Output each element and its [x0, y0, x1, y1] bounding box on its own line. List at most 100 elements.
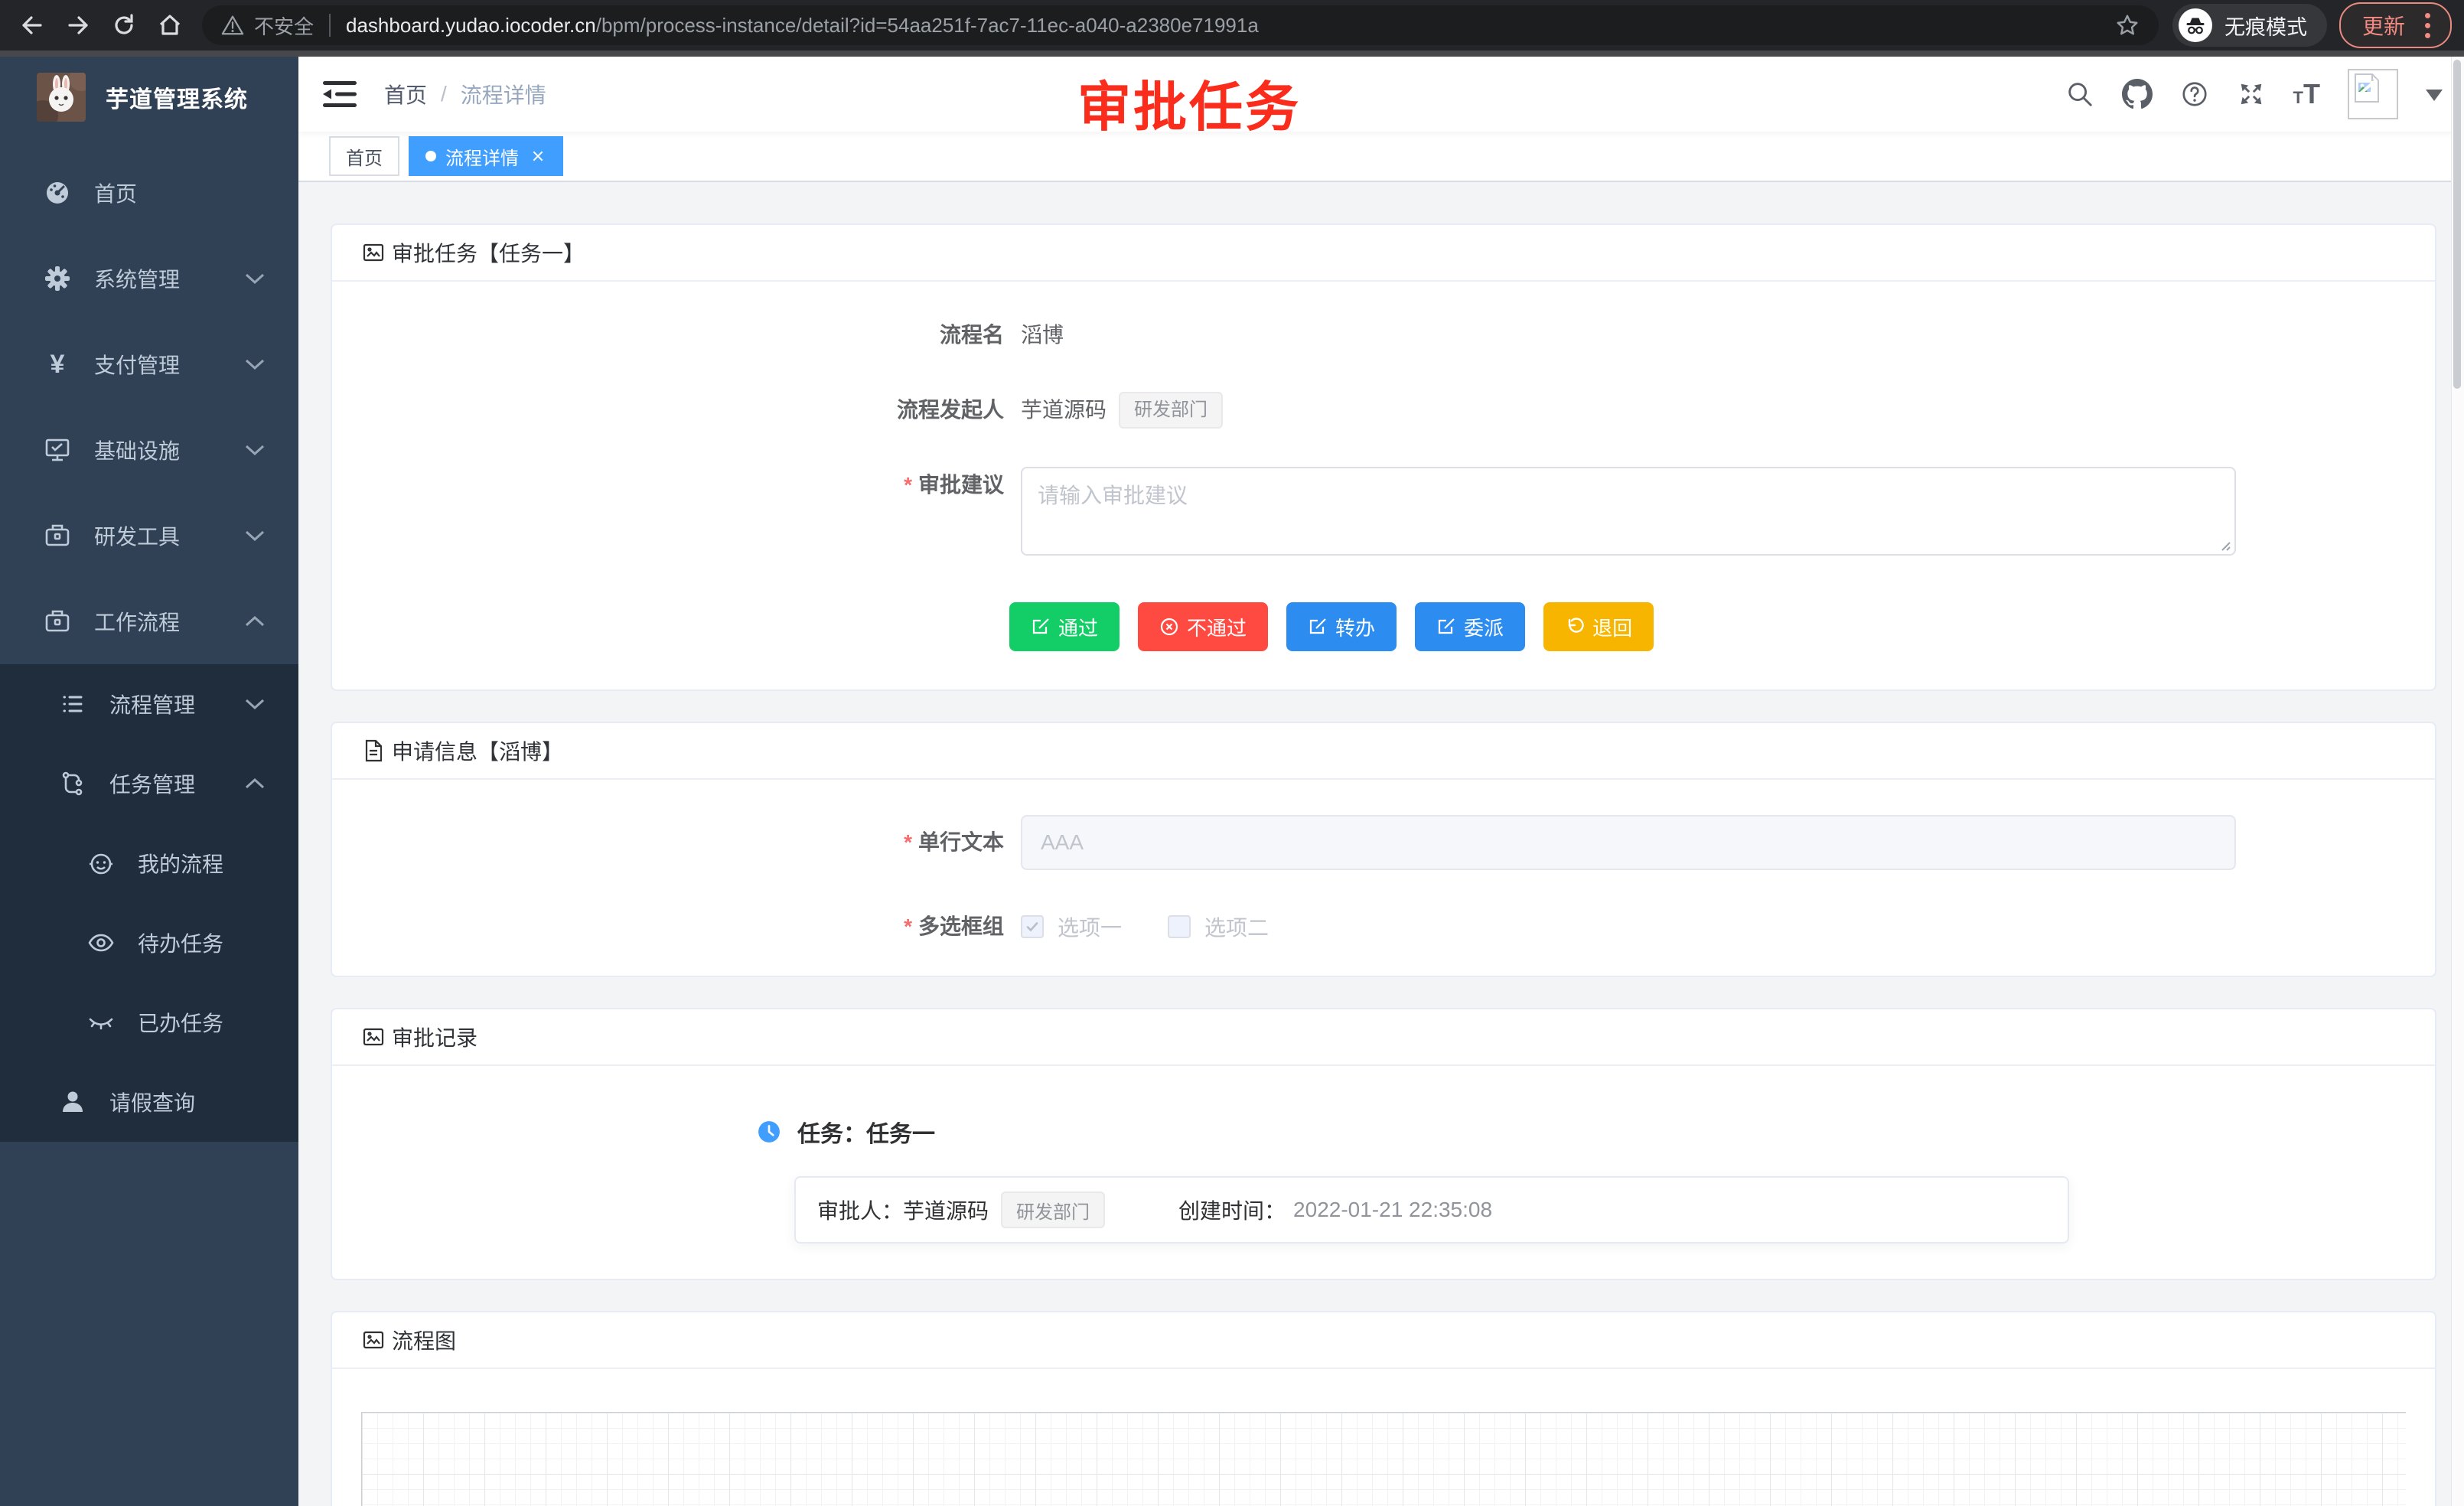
- approval-record-card: 审批记录 任务：任务一 审批人： 芋道源码 研发部门 创建时间： 2022-01…: [331, 1008, 2436, 1280]
- search-icon[interactable]: [2065, 80, 2094, 109]
- list-icon: [57, 689, 88, 719]
- checkbox-option-2: 选项二: [1168, 911, 1269, 942]
- sidebar-item-workflow[interactable]: 工作流程: [0, 579, 298, 664]
- chevron-down-icon: [245, 698, 265, 710]
- breadcrumb: 首页 / 流程详情: [384, 79, 546, 109]
- sidebar-item-leave-query[interactable]: 请假查询: [0, 1062, 298, 1142]
- back-button[interactable]: [12, 5, 52, 45]
- sidebar-item-label: 工作流程: [94, 606, 180, 637]
- browser-update-button[interactable]: 更新: [2339, 2, 2452, 48]
- breadcrumb-current: 流程详情: [461, 79, 546, 109]
- sidebar-item-my-process[interactable]: 我的流程: [0, 823, 298, 903]
- chevron-up-icon: [245, 615, 265, 628]
- breadcrumb-separator: /: [441, 82, 447, 106]
- sidebar-item-todo-tasks[interactable]: 待办任务: [0, 903, 298, 983]
- breadcrumb-home[interactable]: 首页: [384, 79, 427, 109]
- checkbox-checked-icon: [1021, 915, 1044, 938]
- sidebar-item-system[interactable]: 系统管理: [0, 236, 298, 321]
- process-name-value: 滔博: [1021, 317, 1064, 354]
- home-icon: [156, 11, 184, 39]
- help-icon[interactable]: [2180, 80, 2209, 109]
- chevron-up-icon: [245, 777, 265, 790]
- suggestion-textarea[interactable]: [1021, 467, 2236, 556]
- form-row-text: 单行文本: [332, 815, 2435, 870]
- field-label-required: 审批建议: [332, 467, 1021, 504]
- created-time-value: 2022-01-21 22:35:08: [1293, 1198, 1492, 1222]
- delegate-button[interactable]: 委派: [1415, 602, 1525, 651]
- back-icon: [18, 11, 46, 39]
- task-title: 任务：任务一: [797, 1115, 935, 1149]
- sidebar-collapse-button[interactable]: [323, 80, 357, 109]
- toolbox-icon: [42, 520, 73, 551]
- sidebar-item-process-mgmt[interactable]: 流程管理: [0, 664, 298, 744]
- card-header: 申请信息【滔博】: [332, 723, 2435, 780]
- browser-menu-icon[interactable]: [2420, 13, 2435, 38]
- sidebar-item-label: 支付管理: [94, 349, 180, 380]
- chevron-down-icon: [245, 444, 265, 456]
- button-label: 委派: [1464, 613, 1504, 641]
- tab-close-icon[interactable]: [530, 148, 546, 165]
- sidebar-item-label: 流程管理: [109, 689, 195, 719]
- eye-icon: [86, 927, 116, 958]
- suggestion-field: [1021, 467, 2236, 559]
- page-scrollbar[interactable]: [2451, 57, 2464, 1506]
- incognito-label: 无痕模式: [2224, 11, 2307, 41]
- single-line-text-input: [1021, 815, 2236, 870]
- fullscreen-icon[interactable]: [2237, 80, 2266, 109]
- dashboard-icon: [42, 178, 73, 208]
- return-button[interactable]: 退回: [1543, 602, 1654, 651]
- chevron-down-icon: [245, 530, 265, 542]
- broken-image-icon: [2349, 70, 2384, 106]
- approval-task-card: 审批任务【任务一】 流程名 滔博 流程发起人 芋道源码 研发部门 审批建议: [331, 223, 2436, 691]
- home-button[interactable]: [150, 5, 190, 45]
- user-avatar[interactable]: [2348, 69, 2398, 119]
- sidebar-item-home[interactable]: 首页: [0, 150, 298, 236]
- card-title: 流程图: [392, 1325, 456, 1355]
- card-header: 审批任务【任务一】: [332, 225, 2435, 282]
- font-size-icon[interactable]: TT: [2293, 78, 2320, 110]
- sidebar-item-payment[interactable]: ¥ 支付管理: [0, 321, 298, 407]
- edit-icon: [1308, 617, 1328, 637]
- field-label: 流程名: [332, 317, 1021, 354]
- app-title: 芋道管理系统: [106, 80, 248, 114]
- checkbox-unchecked-icon: [1168, 915, 1191, 938]
- department-tag: 研发部门: [1119, 392, 1223, 429]
- hamburger-icon: [323, 80, 357, 109]
- reject-button[interactable]: 不通过: [1138, 602, 1268, 651]
- tab-process-detail[interactable]: 流程详情: [409, 136, 563, 176]
- forward-button[interactable]: [58, 5, 98, 45]
- card-title: 审批任务【任务一】: [392, 237, 585, 268]
- not-secure-warning-icon: [220, 13, 245, 37]
- bookmark-star-icon[interactable]: [2114, 12, 2140, 38]
- edit-icon: [1031, 617, 1051, 637]
- tab-label: 流程详情: [445, 143, 519, 170]
- sidebar-item-label: 基础设施: [94, 435, 180, 465]
- button-label: 通过: [1058, 613, 1098, 641]
- scrollbar-thumb[interactable]: [2453, 60, 2461, 389]
- sidebar-item-devtools[interactable]: 研发工具: [0, 493, 298, 579]
- top-navbar: 首页 / 流程详情 TT: [298, 57, 2464, 132]
- undo-icon: [1565, 617, 1585, 637]
- reload-button[interactable]: [104, 5, 144, 45]
- flow-diagram-card: 流程图: [331, 1311, 2436, 1506]
- button-label: 不通过: [1187, 613, 1247, 641]
- textarea-resize-handle[interactable]: [2218, 538, 2231, 552]
- tab-home[interactable]: 首页: [329, 136, 399, 176]
- url-domain: dashboard.yudao.iocoder.cn: [346, 14, 596, 37]
- incognito-badge: 无痕模式: [2172, 4, 2327, 47]
- avatar-caret-icon[interactable]: [2426, 90, 2443, 109]
- transfer-button[interactable]: 转办: [1286, 602, 1397, 651]
- card-body: 流程名 滔博 流程发起人 芋道源码 研发部门 审批建议: [332, 282, 2435, 689]
- card-body: 任务：任务一 审批人： 芋道源码 研发部门 创建时间： 2022-01-21 2…: [332, 1066, 2435, 1279]
- url-bar[interactable]: 不安全 dashboard.yudao.iocoder.cn/bpm/proce…: [202, 5, 2159, 45]
- sidebar-item-done-tasks[interactable]: 已办任务: [0, 983, 298, 1062]
- app-logo[interactable]: 芋道管理系统: [0, 57, 298, 138]
- approve-button[interactable]: 通过: [1009, 602, 1120, 651]
- sidebar-item-infrastructure[interactable]: 基础设施: [0, 407, 298, 493]
- bpmn-grid-canvas[interactable]: [361, 1412, 2406, 1506]
- picture-icon: [361, 240, 386, 265]
- sidebar-item-task-mgmt[interactable]: 任务管理: [0, 744, 298, 823]
- sidebar-menu: 首页 系统管理 ¥ 支付管理 基础设施 研发工具: [0, 138, 298, 1142]
- github-icon[interactable]: [2122, 79, 2153, 109]
- picture-icon: [361, 1025, 386, 1049]
